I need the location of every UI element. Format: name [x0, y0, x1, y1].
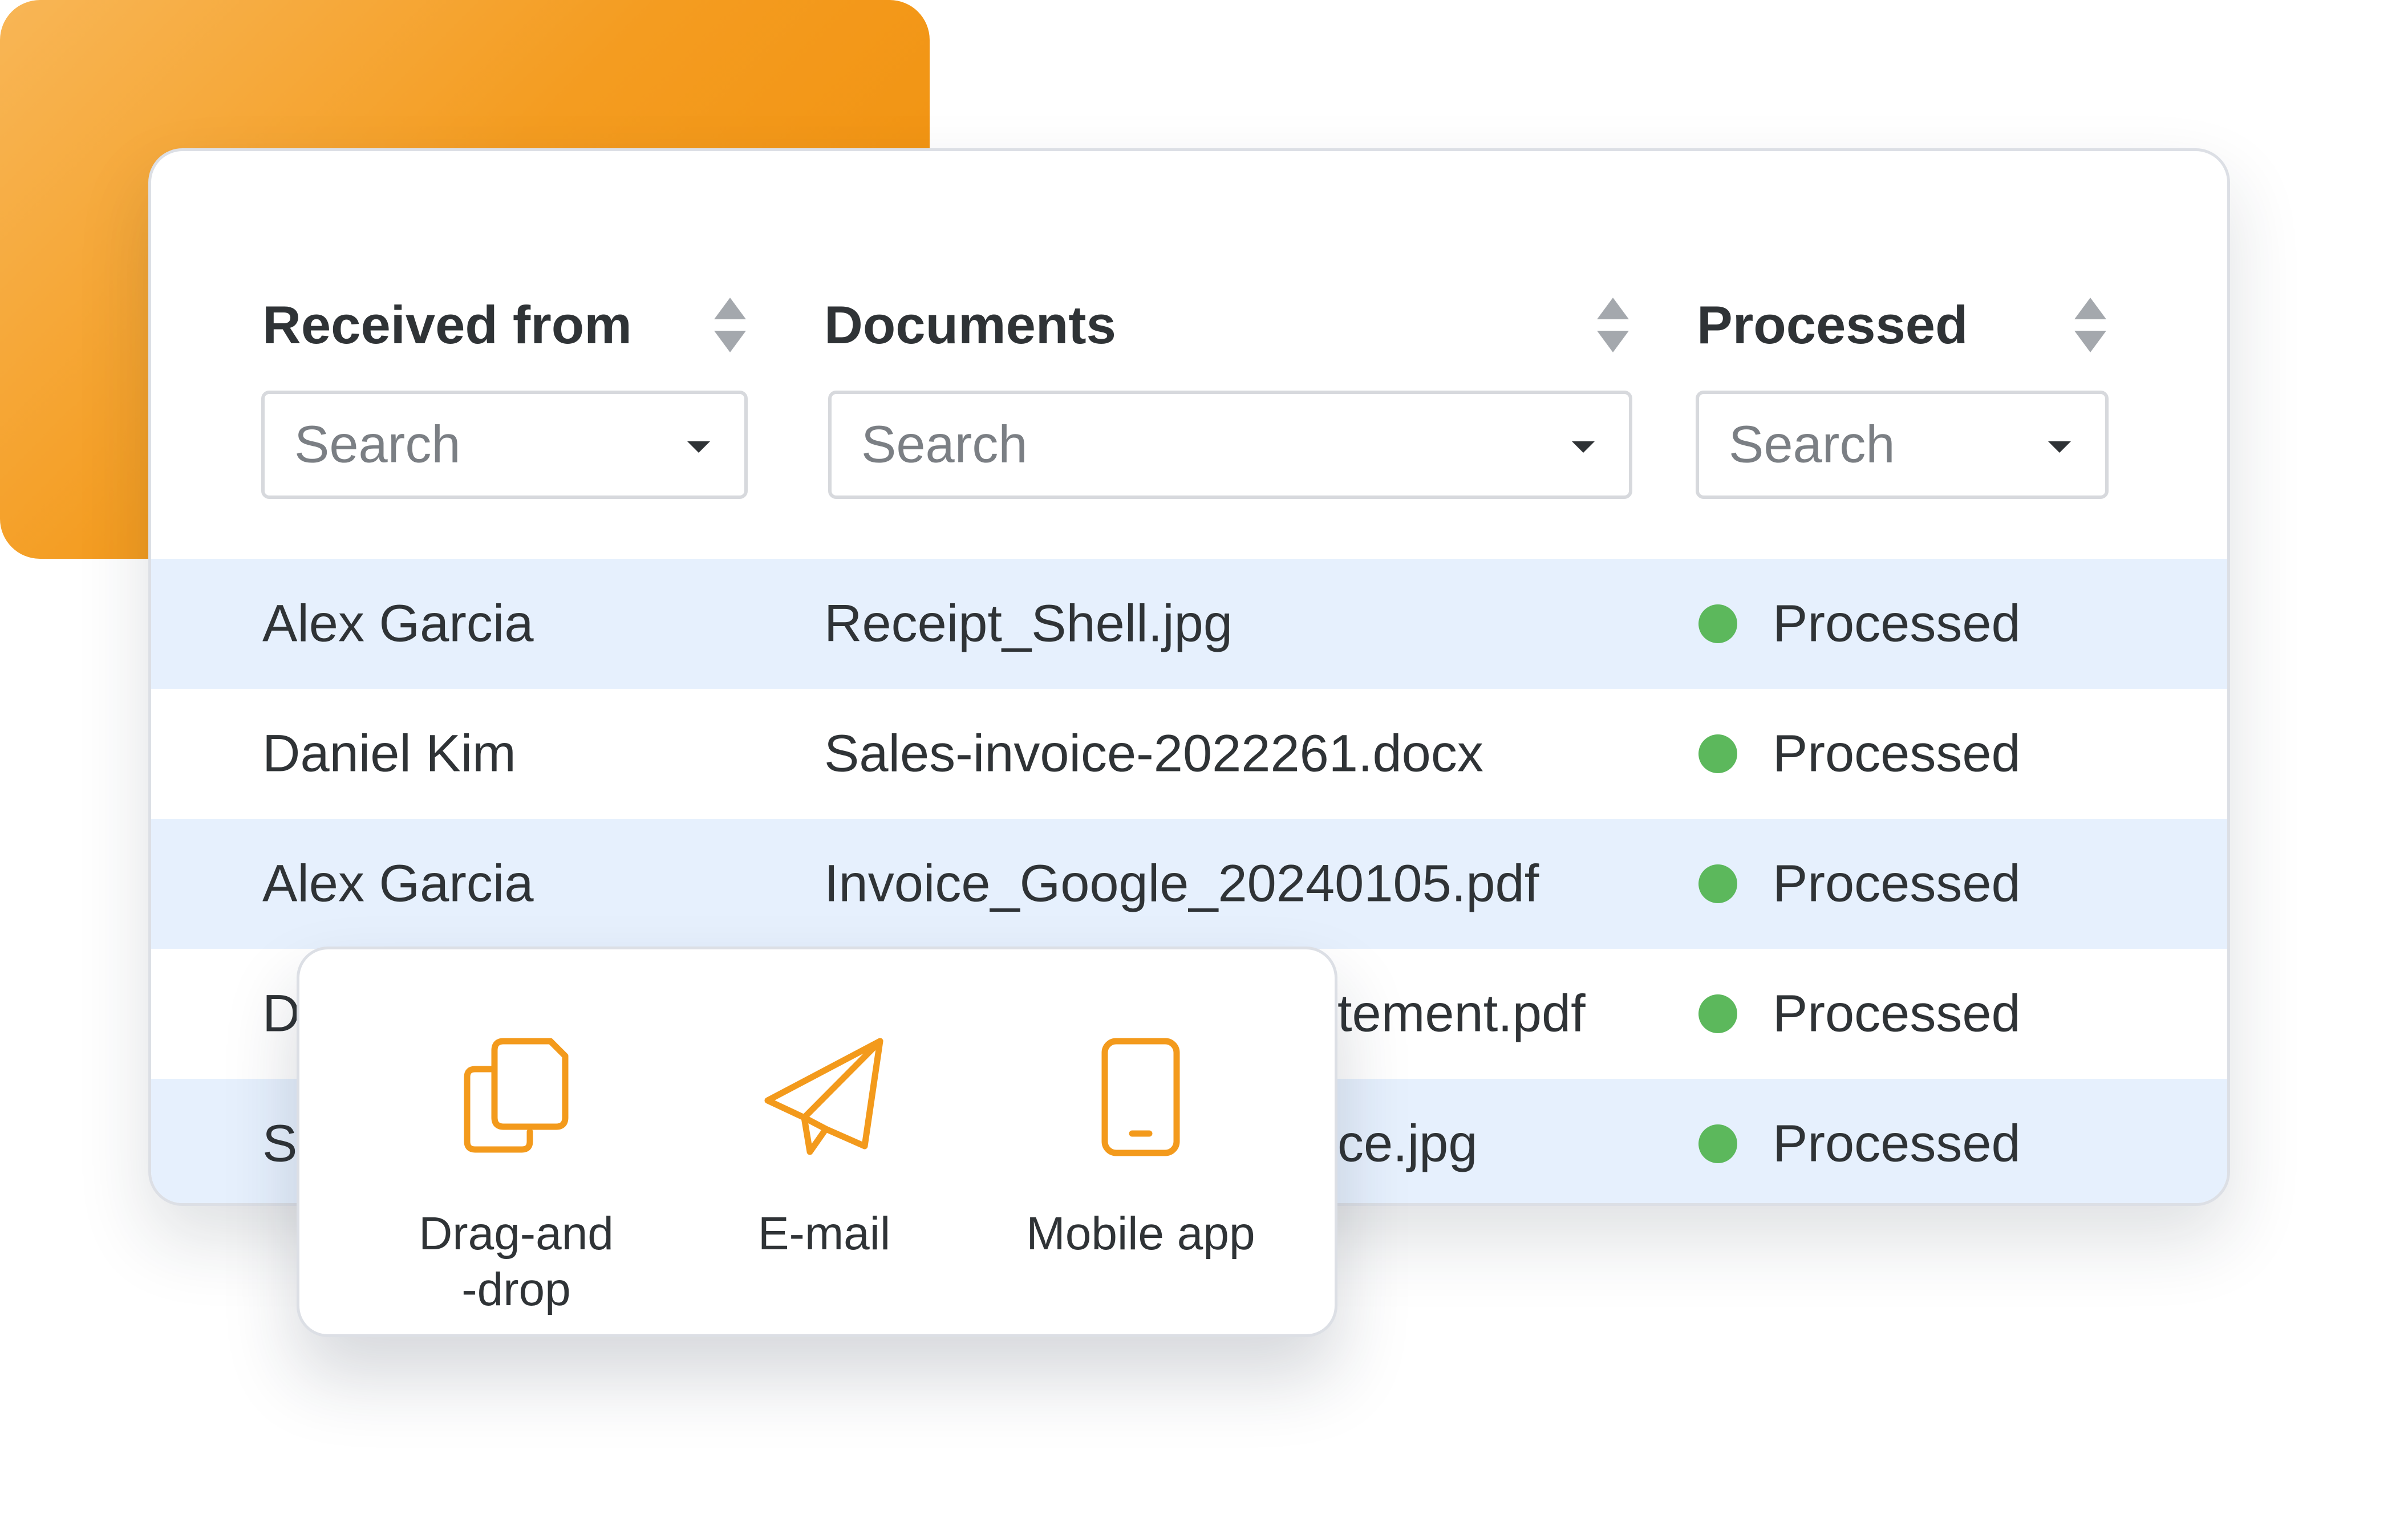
status-dot-icon: [1698, 734, 1737, 773]
upload-options-popup: Drag-and -drop E-mail Mobile app: [297, 947, 1337, 1337]
column-header-label: Received from: [262, 295, 632, 355]
status-dot-icon: [1698, 1124, 1737, 1163]
document-cell[interactable]: Invoice_Google_20240105.pdf: [824, 854, 1539, 914]
upload-option-mobile-app[interactable]: Mobile app: [992, 1038, 1289, 1262]
upload-option-label: Drag-and -drop: [419, 1208, 614, 1315]
column-header-documents[interactable]: Documents: [824, 288, 1116, 362]
paper-plane-icon: [764, 1038, 883, 1155]
table-row[interactable]: Daniel Kim Sales-invoice-2022261.docx Pr…: [151, 689, 2227, 819]
caret-down-icon: [687, 441, 710, 453]
table-row[interactable]: Alex Garcia Receipt_Shell.jpg Processed: [151, 559, 2227, 689]
copy-documents-icon: [464, 1038, 569, 1153]
column-header-label: Processed: [1697, 295, 1968, 355]
received-from-cell: Alex Garcia: [262, 854, 534, 913]
status-cell: Processed: [1773, 594, 2021, 653]
search-select-documents[interactable]: Search: [828, 391, 1632, 499]
status-dot-icon: [1698, 604, 1737, 643]
status-cell: Processed: [1773, 854, 2021, 913]
stage: Received from Documents Processed Search…: [0, 0, 2408, 1519]
received-from-cell: D: [262, 984, 301, 1043]
document-cell[interactable]: Sales-invoice-2022261.docx: [824, 724, 1483, 784]
table-row[interactable]: Alex Garcia Invoice_Google_20240105.pdf …: [151, 819, 2227, 949]
status-cell: Processed: [1773, 1114, 2021, 1173]
sort-icon[interactable]: [714, 298, 746, 352]
column-header-received-from[interactable]: Received from: [262, 288, 632, 362]
upload-option-email[interactable]: E-mail: [699, 1038, 950, 1262]
upload-option-drag-and-drop[interactable]: Drag-and -drop: [374, 1038, 659, 1318]
column-header-label: Documents: [824, 295, 1116, 355]
column-header-processed[interactable]: Processed: [1697, 288, 1968, 362]
search-placeholder: Search: [1729, 415, 1895, 474]
sort-icon[interactable]: [2074, 298, 2106, 352]
status-dot-icon: [1698, 864, 1737, 903]
caret-down-icon: [2048, 441, 2071, 453]
sort-icon[interactable]: [1597, 298, 1629, 352]
received-from-cell: Daniel Kim: [262, 724, 516, 783]
search-placeholder: Search: [294, 415, 461, 474]
search-placeholder: Search: [861, 415, 1028, 474]
document-cell[interactable]: Receipt_Shell.jpg: [824, 594, 1233, 654]
caret-down-icon: [1572, 441, 1595, 453]
mobile-phone-icon: [1101, 1038, 1180, 1156]
search-select-processed[interactable]: Search: [1696, 391, 2109, 499]
status-dot-icon: [1698, 994, 1737, 1033]
upload-option-label: Mobile app: [1026, 1208, 1255, 1260]
received-from-cell: S: [262, 1114, 298, 1173]
received-from-cell: Alex Garcia: [262, 594, 534, 653]
status-cell: Processed: [1773, 724, 2021, 783]
status-cell: Processed: [1773, 984, 2021, 1043]
upload-option-label: E-mail: [757, 1208, 891, 1260]
document-cell[interactable]: tement.pdf: [1337, 984, 1586, 1044]
search-select-received-from[interactable]: Search: [261, 391, 748, 499]
document-cell[interactable]: ce.jpg: [1337, 1114, 1478, 1174]
